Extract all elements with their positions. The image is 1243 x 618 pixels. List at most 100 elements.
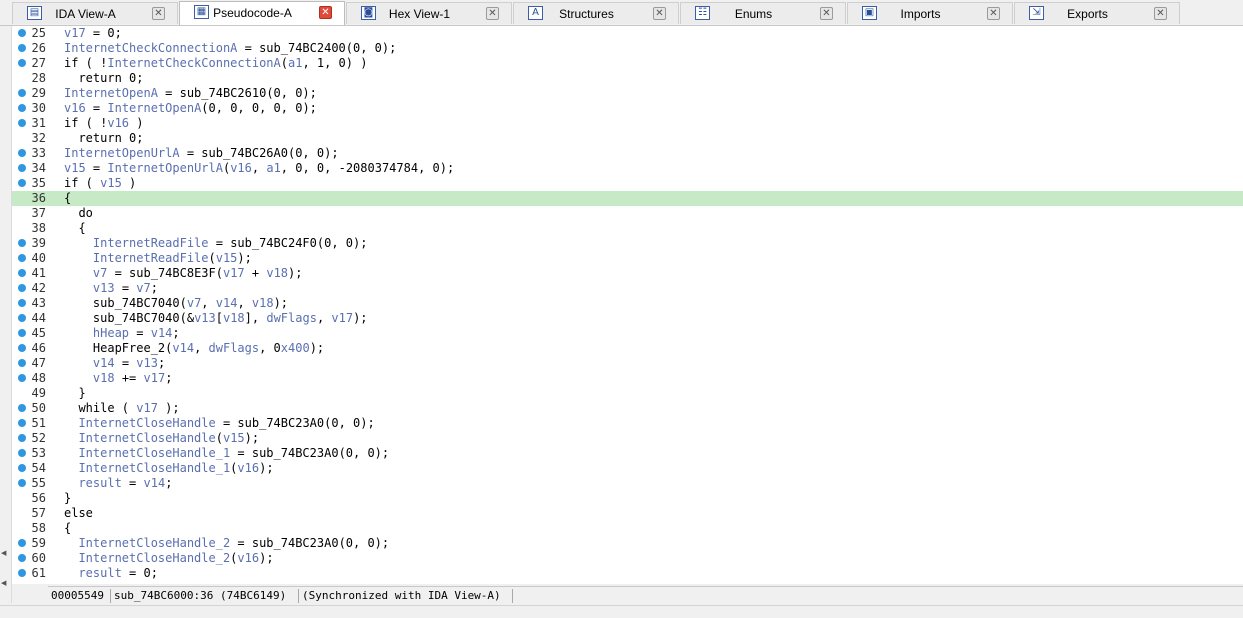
code-line[interactable]: 31 if ( !v16 )	[12, 116, 1243, 131]
code-line[interactable]: 59 InternetCloseHandle_2 = sub_74BC23A0(…	[12, 536, 1243, 551]
breakpoint-dot-icon[interactable]	[18, 149, 26, 157]
breakpoint-dot-icon[interactable]	[18, 179, 26, 187]
code-line[interactable]: 37 do	[12, 206, 1243, 221]
breakpoint-dot-icon[interactable]	[18, 329, 26, 337]
code-line[interactable]: 35 if ( v15 )	[12, 176, 1243, 191]
code-line[interactable]: 58 {	[12, 521, 1243, 536]
horizontal-scrollbar[interactable]	[0, 605, 1243, 618]
code-text[interactable]: result = 0;	[64, 566, 157, 581]
code-text[interactable]: v17 = 0;	[64, 26, 122, 41]
code-text[interactable]: InternetCloseHandle_1(v16);	[64, 461, 273, 476]
code-line[interactable]: 55 result = v14;	[12, 476, 1243, 491]
code-text[interactable]: v16 = InternetOpenA(0, 0, 0, 0, 0);	[64, 101, 317, 116]
code-text[interactable]: {	[64, 191, 71, 206]
breakpoint-dot-icon[interactable]	[18, 539, 26, 547]
close-tab-icon[interactable]: ✕	[820, 7, 833, 20]
code-line[interactable]: 38 {	[12, 221, 1243, 236]
pseudocode-editor[interactable]: 25 v17 = 0; 26 InternetCheckConnectionA = s…	[12, 26, 1243, 584]
code-line[interactable]: 28 return 0;	[12, 71, 1243, 86]
code-text[interactable]: InternetOpenUrlA = sub_74BC26A0(0, 0);	[64, 146, 339, 161]
tab-imports[interactable]: ▣ Imports ✕	[847, 2, 1013, 24]
code-line[interactable]: 33 InternetOpenUrlA = sub_74BC26A0(0, 0);	[12, 146, 1243, 161]
code-line[interactable]: 32 return 0;	[12, 131, 1243, 146]
code-line[interactable]: 30 v16 = InternetOpenA(0, 0, 0, 0, 0);	[12, 101, 1243, 116]
code-text[interactable]: result = v14;	[64, 476, 172, 491]
breakpoint-dot-icon[interactable]	[18, 89, 26, 97]
code-line[interactable]: 50 while ( v17 );	[12, 401, 1243, 416]
code-text[interactable]: v13 = v7;	[64, 281, 158, 296]
breakpoint-dot-icon[interactable]	[18, 29, 26, 37]
code-line[interactable]: 47 v14 = v13;	[12, 356, 1243, 371]
code-line[interactable]: 39 InternetReadFile = sub_74BC24F0(0, 0)…	[12, 236, 1243, 251]
code-text[interactable]: InternetReadFile = sub_74BC24F0(0, 0);	[64, 236, 368, 251]
code-text[interactable]: if ( v15 )	[64, 176, 136, 191]
code-line[interactable]: 56}	[12, 491, 1243, 506]
code-line[interactable]: 44 sub_74BC7040(&v13[v18], dwFlags, v17)…	[12, 311, 1243, 326]
breakpoint-dot-icon[interactable]	[18, 164, 26, 172]
code-text[interactable]: HeapFree_2(v14, dwFlags, 0x400);	[64, 341, 324, 356]
code-text[interactable]: if ( !v16 )	[64, 116, 144, 131]
tab-enums[interactable]: ☷ Enums ✕	[680, 2, 846, 24]
code-text[interactable]: sub_74BC7040(&v13[v18], dwFlags, v17);	[64, 311, 368, 326]
code-text[interactable]: InternetReadFile(v15);	[64, 251, 252, 266]
code-text[interactable]: v15 = InternetOpenUrlA(v16, a1, 0, 0, -2…	[64, 161, 454, 176]
code-text[interactable]: }	[64, 491, 71, 506]
code-line[interactable]: 57 else	[12, 506, 1243, 521]
close-tab-icon[interactable]: ✕	[987, 7, 1000, 20]
scroll-left-arrow-icon[interactable]: ◀	[1, 579, 6, 587]
breakpoint-dot-icon[interactable]	[18, 479, 26, 487]
code-line[interactable]: 53 InternetCloseHandle_1 = sub_74BC23A0(…	[12, 446, 1243, 461]
close-tab-icon[interactable]: ✕	[486, 7, 499, 20]
code-text[interactable]: v18 += v17;	[64, 371, 173, 386]
code-text[interactable]: InternetCloseHandle = sub_74BC23A0(0, 0)…	[64, 416, 374, 431]
code-line[interactable]: 61 result = 0;	[12, 566, 1243, 581]
breakpoint-dot-icon[interactable]	[18, 374, 26, 382]
code-text[interactable]: while ( v17 );	[64, 401, 179, 416]
tab-exports[interactable]: ⇲ Exports ✕	[1014, 2, 1180, 24]
tab-hex-view-1[interactable]: ◙ Hex View-1 ✕	[346, 2, 512, 24]
breakpoint-dot-icon[interactable]	[18, 44, 26, 52]
breakpoint-dot-icon[interactable]	[18, 119, 26, 127]
code-text[interactable]: hHeap = v14;	[64, 326, 180, 341]
breakpoint-dot-icon[interactable]	[18, 104, 26, 112]
breakpoint-dot-icon[interactable]	[18, 314, 26, 322]
code-text[interactable]: return 0;	[64, 71, 143, 86]
breakpoint-dot-icon[interactable]	[18, 569, 26, 577]
code-line[interactable]: 29 InternetOpenA = sub_74BC2610(0, 0);	[12, 86, 1243, 101]
breakpoint-dot-icon[interactable]	[18, 59, 26, 67]
code-text[interactable]: InternetCloseHandle_1 = sub_74BC23A0(0, …	[64, 446, 389, 461]
close-tab-icon[interactable]: ✕	[1154, 7, 1167, 20]
breakpoint-dot-icon[interactable]	[18, 434, 26, 442]
code-text[interactable]: {	[64, 221, 85, 236]
code-text[interactable]: InternetCloseHandle_2(v16);	[64, 551, 273, 566]
code-text[interactable]: return 0;	[64, 131, 143, 146]
tab-structures[interactable]: A Structures ✕	[513, 2, 679, 24]
code-line[interactable]: 36 {	[12, 191, 1243, 206]
code-text[interactable]: InternetCloseHandle(v15);	[64, 431, 259, 446]
code-line[interactable]: 27 if ( !InternetCheckConnectionA(a1, 1, …	[12, 56, 1243, 71]
code-line[interactable]: 34 v15 = InternetOpenUrlA(v16, a1, 0, 0, …	[12, 161, 1243, 176]
code-line[interactable]: 49 }	[12, 386, 1243, 401]
code-line[interactable]: 41 v7 = sub_74BC8E3F(v17 + v18);	[12, 266, 1243, 281]
code-text[interactable]: if ( !InternetCheckConnectionA(a1, 1, 0)…	[64, 56, 367, 71]
code-line[interactable]: 43 sub_74BC7040(v7, v14, v18);	[12, 296, 1243, 311]
close-tab-icon[interactable]: ✕	[319, 6, 332, 19]
code-text[interactable]: sub_74BC7040(v7, v14, v18);	[64, 296, 288, 311]
breakpoint-dot-icon[interactable]	[18, 464, 26, 472]
breakpoint-dot-icon[interactable]	[18, 299, 26, 307]
code-text[interactable]: }	[64, 386, 85, 401]
code-line[interactable]: 40 InternetReadFile(v15);	[12, 251, 1243, 266]
code-line[interactable]: 46 HeapFree_2(v14, dwFlags, 0x400);	[12, 341, 1243, 356]
code-line[interactable]: 48 v18 += v17;	[12, 371, 1243, 386]
tab-pseudocode-a[interactable]: ▦ Pseudocode-A ✕	[179, 1, 345, 25]
breakpoint-dot-icon[interactable]	[18, 284, 26, 292]
code-line[interactable]: 52 InternetCloseHandle(v15);	[12, 431, 1243, 446]
breakpoint-dot-icon[interactable]	[18, 344, 26, 352]
code-line[interactable]: 42 v13 = v7;	[12, 281, 1243, 296]
code-text[interactable]: InternetCloseHandle_2 = sub_74BC23A0(0, …	[64, 536, 389, 551]
tab-ida-view-a[interactable]: ▤ IDA View-A ✕	[12, 2, 178, 24]
code-text[interactable]: InternetCheckConnectionA = sub_74BC2400(…	[64, 41, 396, 56]
breakpoint-dot-icon[interactable]	[18, 269, 26, 277]
breakpoint-dot-icon[interactable]	[18, 239, 26, 247]
close-tab-icon[interactable]: ✕	[152, 7, 165, 20]
